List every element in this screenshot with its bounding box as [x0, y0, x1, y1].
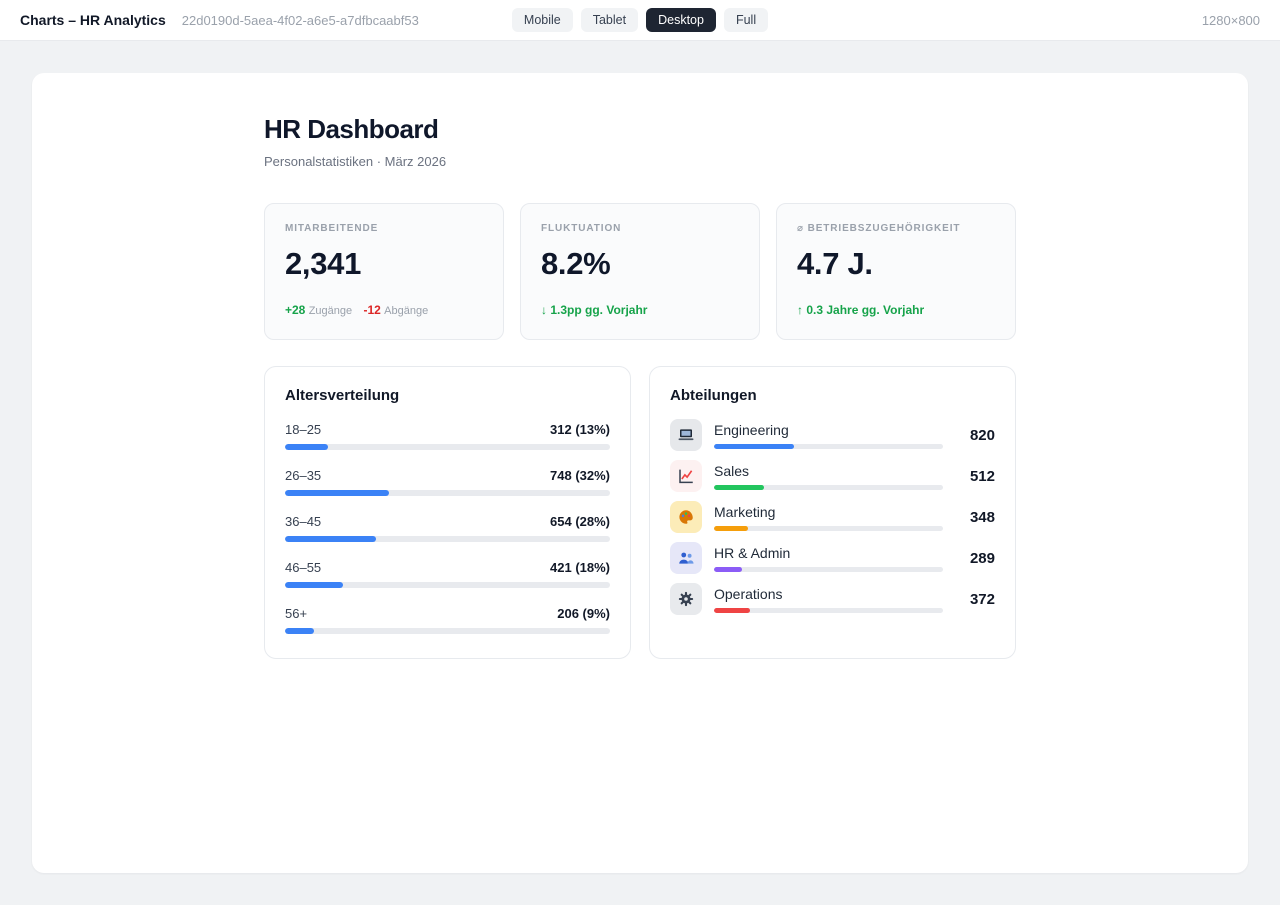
- age-bucket-value: 312 (13%): [550, 422, 610, 437]
- bar-fill: [285, 628, 314, 634]
- page-title: HR Dashboard: [264, 114, 1016, 145]
- kpi-delta: ↓ 1.3pp gg. Vorjahr: [541, 303, 739, 317]
- bar-fill: [285, 582, 343, 588]
- kpi-label: ⌀ BETRIEBSZUGEHÖRIGKEIT: [797, 223, 995, 234]
- dept-value: 348: [955, 509, 995, 526]
- bar-track: [714, 608, 943, 613]
- age-bucket-value: 748 (32%): [550, 468, 610, 483]
- preview-canvas: HR Dashboard Personalstatistiken · März …: [32, 73, 1248, 873]
- dept-value: 820: [955, 427, 995, 444]
- bar-fill: [714, 526, 748, 531]
- bar-fill: [285, 490, 389, 496]
- age-bucket-value: 654 (28%): [550, 514, 610, 529]
- bar-track: [285, 536, 610, 542]
- age-bucket-label: 18–25: [285, 422, 321, 437]
- kpi-delta: ↑ 0.3 Jahre gg. Vorjahr: [797, 303, 995, 317]
- dept-value: 372: [955, 591, 995, 608]
- age-bucket-value: 421 (18%): [550, 560, 610, 575]
- dept-value: 289: [955, 550, 995, 567]
- dept-row: Marketing 348: [670, 501, 995, 533]
- age-bucket-label: 36–45: [285, 514, 321, 529]
- bar-fill: [285, 536, 376, 542]
- kpi-card-mitarbeitende: MITARBEITENDE 2,341 +28 Zugänge -12 Abgä…: [264, 203, 504, 340]
- resolution-label: 1280×800: [768, 13, 1260, 28]
- bar-fill: [714, 444, 794, 449]
- bar-fill: [714, 608, 750, 613]
- bar-fill: [285, 444, 328, 450]
- bar-track: [285, 444, 610, 450]
- topbar-left: Charts – HR Analytics 22d0190d-5aea-4f02…: [20, 12, 512, 28]
- people-icon: [670, 542, 702, 574]
- dashboard-content: HR Dashboard Personalstatistiken · März …: [264, 73, 1016, 699]
- kpi-value: 4.7 J.: [797, 246, 995, 282]
- document-uuid: 22d0190d-5aea-4f02-a6e5-a7dfbcaabf53: [182, 13, 419, 28]
- age-row: 18–25 312 (13%): [285, 422, 610, 450]
- bar-fill: [714, 567, 742, 572]
- age-bucket-label: 26–35: [285, 468, 321, 483]
- dept-row: Sales 512: [670, 460, 995, 492]
- panel-abteilungen: Abteilungen Engineering 820: [649, 366, 1016, 659]
- bar-track: [714, 444, 943, 449]
- kpi-delta-loss: -12: [363, 303, 380, 317]
- dept-row: Engineering 820: [670, 419, 995, 451]
- age-bucket-label: 56+: [285, 606, 307, 621]
- bar-track: [285, 628, 610, 634]
- kpi-delta-gain: +28: [285, 303, 305, 317]
- panel-title: Abteilungen: [670, 387, 995, 404]
- viewport-button-tablet[interactable]: Tablet: [581, 8, 638, 32]
- kpi-delta-gain-label: Zugänge: [309, 305, 352, 317]
- kpi-delta: +28 Zugänge -12 Abgänge: [285, 303, 483, 317]
- laptop-icon: [670, 419, 702, 451]
- app-title: Charts – HR Analytics: [20, 12, 166, 28]
- topbar: Charts – HR Analytics 22d0190d-5aea-4f02…: [0, 0, 1280, 41]
- bar-track: [714, 526, 943, 531]
- kpi-delta-loss-label: Abgänge: [384, 305, 428, 317]
- dept-name: Sales: [714, 463, 943, 479]
- kpi-card-betriebszugehoerigkeit: ⌀ BETRIEBSZUGEHÖRIGKEIT 4.7 J. ↑ 0.3 Jah…: [776, 203, 1016, 340]
- dept-row: Operations 372: [670, 583, 995, 615]
- age-bucket-label: 46–55: [285, 560, 321, 575]
- panel-altersverteilung: Altersverteilung 18–25 312 (13%) 26–35 7…: [264, 366, 631, 659]
- kpi-value: 8.2%: [541, 246, 739, 282]
- kpi-label: FLUKTUATION: [541, 223, 739, 234]
- palette-icon: [670, 501, 702, 533]
- viewport-button-mobile[interactable]: Mobile: [512, 8, 573, 32]
- age-row: 46–55 421 (18%): [285, 560, 610, 588]
- dept-name: Operations: [714, 586, 943, 602]
- kpi-card-fluktuation: FLUKTUATION 8.2% ↓ 1.3pp gg. Vorjahr: [520, 203, 760, 340]
- bar-track: [285, 582, 610, 588]
- bar-track: [285, 490, 610, 496]
- dept-value: 512: [955, 468, 995, 485]
- age-row: 56+ 206 (9%): [285, 606, 610, 634]
- kpi-label: MITARBEITENDE: [285, 223, 483, 234]
- bar-track: [714, 567, 943, 572]
- panel-title: Altersverteilung: [285, 387, 610, 404]
- panel-grid: Altersverteilung 18–25 312 (13%) 26–35 7…: [264, 366, 1016, 659]
- line-chart-icon: [670, 460, 702, 492]
- age-bucket-value: 206 (9%): [557, 606, 610, 621]
- dept-row: HR & Admin 289: [670, 542, 995, 574]
- dept-name: Marketing: [714, 504, 943, 520]
- viewport-button-desktop[interactable]: Desktop: [646, 8, 716, 32]
- bar-fill: [714, 485, 764, 490]
- viewport-switcher: Mobile Tablet Desktop Full: [512, 8, 768, 32]
- kpi-grid: MITARBEITENDE 2,341 +28 Zugänge -12 Abgä…: [264, 203, 1016, 340]
- dept-name: Engineering: [714, 422, 943, 438]
- kpi-value: 2,341: [285, 246, 483, 282]
- gear-icon: [670, 583, 702, 615]
- bar-track: [714, 485, 943, 490]
- age-row: 36–45 654 (28%): [285, 514, 610, 542]
- dept-name: HR & Admin: [714, 545, 943, 561]
- viewport-button-full[interactable]: Full: [724, 8, 768, 32]
- age-row: 26–35 748 (32%): [285, 468, 610, 496]
- page-subtitle: Personalstatistiken · März 2026: [264, 154, 1016, 169]
